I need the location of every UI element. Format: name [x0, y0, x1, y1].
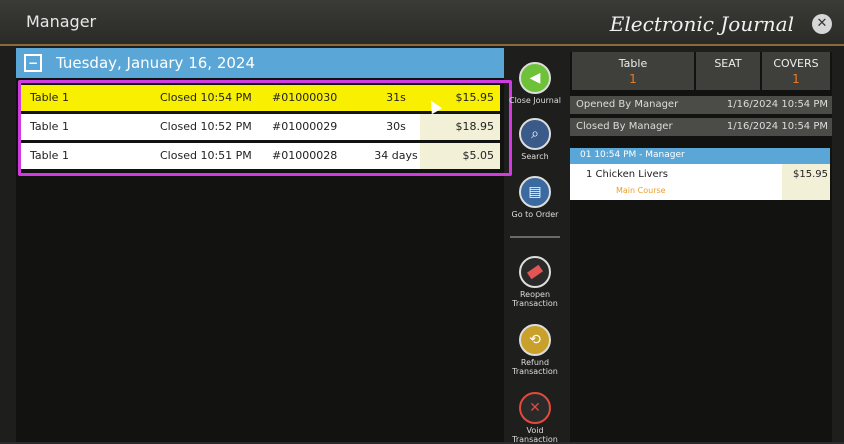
seat-label: SEAT — [714, 57, 742, 70]
electronic-journal-window: Manager Electronic Journal ✕ − Tuesday, … — [0, 0, 844, 444]
void-transaction-button[interactable]: ✕ Void Transaction — [506, 392, 564, 444]
search-button[interactable]: ⌕ Search — [506, 118, 564, 161]
seat-header: SEAT — [696, 52, 760, 90]
refund-label: Refund Transaction — [512, 358, 558, 376]
order-header-label: 01 10:54 PM - Manager — [580, 150, 685, 160]
void-label: Void Transaction — [512, 426, 558, 444]
go-to-order-button[interactable]: ▤ Go to Order — [506, 176, 564, 219]
closed-by-row: Closed By Manager 1/16/2024 10:54 PM — [570, 118, 832, 136]
reopen-label: Reopen Transaction — [512, 290, 558, 308]
table-header: Table 1 — [572, 52, 694, 90]
table-label: Table — [618, 57, 648, 70]
date-label: Tuesday, January 16, 2024 — [56, 54, 255, 72]
user-title: Manager — [26, 12, 97, 31]
close-journal-label: Close Journal — [508, 96, 561, 105]
close-journal-icon: ◀ — [519, 62, 551, 94]
transaction-details-panel: Table 1 SEAT COVERS 1 Opened By Manager … — [570, 52, 832, 442]
item-course: Main Course — [616, 186, 666, 195]
table-value: 1 — [629, 72, 637, 86]
refund-icon: ⟲ — [519, 324, 551, 356]
closed-value: 1/16/2024 10:54 PM — [726, 121, 828, 132]
order-icon: ▤ — [519, 176, 551, 208]
void-x-icon: ✕ — [519, 392, 551, 424]
opened-label: Opened By Manager — [576, 99, 679, 110]
close-journal-button[interactable]: ◀ Close Journal — [506, 62, 564, 105]
window-title: Electronic Journal — [609, 12, 794, 36]
go-to-order-label: Go to Order — [511, 210, 559, 219]
covers-header: COVERS 1 — [762, 52, 830, 90]
covers-value: 1 — [792, 72, 800, 86]
opened-value: 1/16/2024 10:54 PM — [726, 99, 828, 110]
closed-label: Closed By Manager — [576, 121, 673, 132]
order-header: 01 10:54 PM - Manager — [570, 148, 830, 164]
date-header[interactable]: − Tuesday, January 16, 2024 — [16, 48, 504, 78]
toolbar-divider — [510, 236, 560, 238]
toolbar: ◀ Close Journal ⌕ Search ▤ Go to Order R… — [506, 52, 564, 444]
covers-label: COVERS — [773, 57, 819, 70]
close-icon[interactable]: ✕ — [812, 14, 832, 34]
refund-transaction-button[interactable]: ⟲ Refund Transaction — [506, 324, 564, 376]
item-price: $15.95 — [793, 169, 828, 180]
reopen-transaction-button[interactable]: Reopen Transaction — [506, 256, 564, 308]
selection-highlight — [18, 80, 512, 176]
order-item[interactable]: 1 Chicken Livers $15.95 Main Course — [570, 164, 830, 200]
eraser-icon — [519, 256, 551, 288]
item-name: 1 Chicken Livers — [586, 169, 668, 180]
binoculars-icon: ⌕ — [519, 118, 551, 150]
collapse-icon[interactable]: − — [24, 54, 42, 72]
title-bar: Manager Electronic Journal ✕ — [0, 0, 844, 46]
opened-by-row: Opened By Manager 1/16/2024 10:54 PM — [570, 96, 832, 114]
search-label: Search — [521, 152, 549, 161]
